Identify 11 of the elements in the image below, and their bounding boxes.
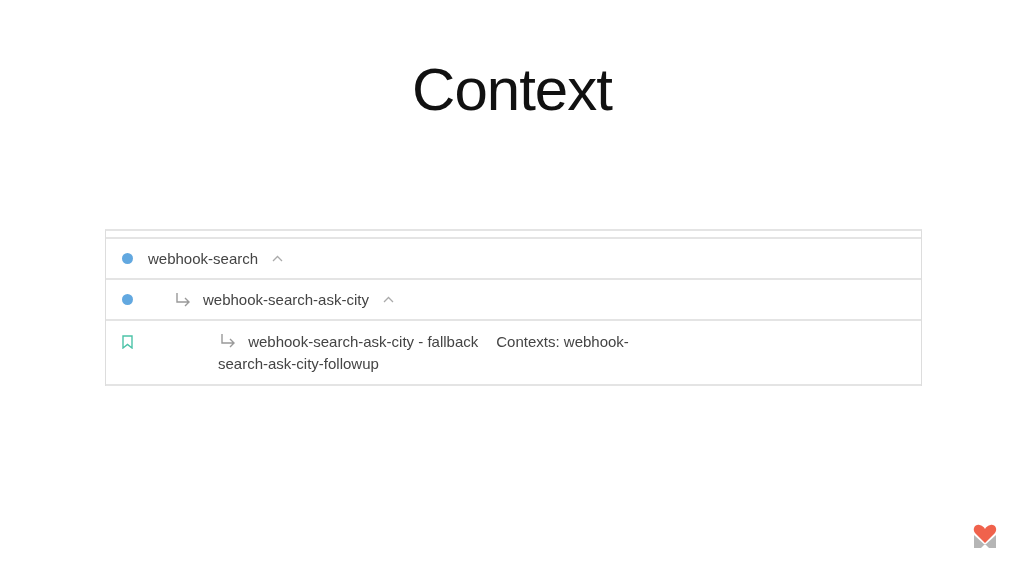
intent-name[interactable]: webhook-search bbox=[148, 250, 259, 267]
status-dot bbox=[121, 253, 133, 264]
caret-icon[interactable] bbox=[382, 296, 394, 303]
child-arrow-icon bbox=[220, 334, 236, 348]
status-dot bbox=[121, 294, 133, 305]
logo-icon bbox=[972, 523, 998, 549]
intent-name[interactable]: webhook-search-ask-city bbox=[203, 291, 369, 308]
child-arrow-icon bbox=[175, 292, 191, 307]
slide-title: Context bbox=[411, 55, 614, 125]
caret-icon[interactable] bbox=[272, 255, 284, 262]
intent-entry[interactable]: webhook-search-ask-city - fallback Contexts: webhook-search-ask-city-followup bbox=[218, 331, 638, 375]
